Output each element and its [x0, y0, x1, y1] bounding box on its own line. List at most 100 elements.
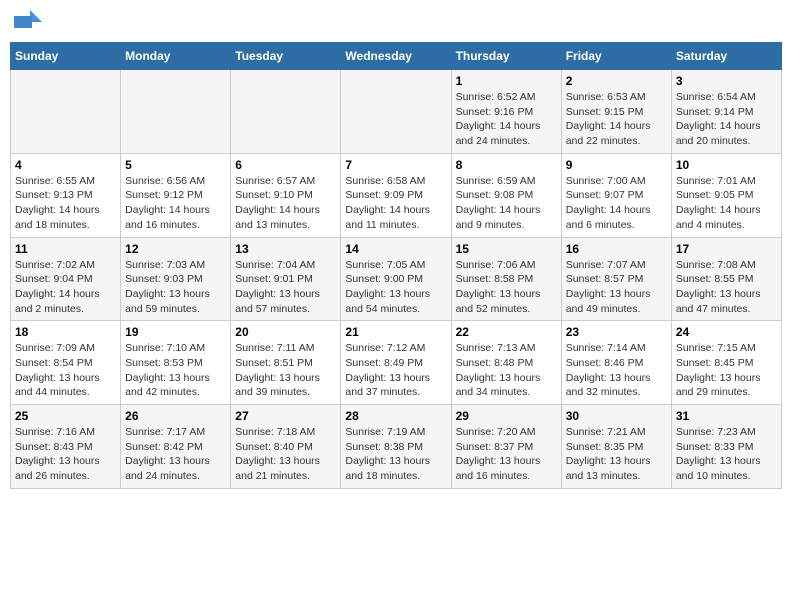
calendar-day-cell: 1 Sunrise: 6:52 AMSunset: 9:16 PMDaylight…: [451, 70, 561, 154]
day-number: 13: [235, 242, 336, 256]
calendar-week-row: 4 Sunrise: 6:55 AMSunset: 9:13 PMDaylight…: [11, 153, 782, 237]
day-info: Sunrise: 7:23 AMSunset: 8:33 PMDaylight:…: [676, 425, 777, 484]
day-number: 8: [456, 158, 557, 172]
day-info: Sunrise: 7:15 AMSunset: 8:45 PMDaylight:…: [676, 341, 777, 400]
calendar-day-cell: 20 Sunrise: 7:11 AMSunset: 8:51 PMDayligh…: [231, 321, 341, 405]
day-info: Sunrise: 7:19 AMSunset: 8:38 PMDaylight:…: [345, 425, 446, 484]
day-number: 20: [235, 325, 336, 339]
logo-icon: [14, 10, 42, 34]
day-info: Sunrise: 7:07 AMSunset: 8:57 PMDaylight:…: [566, 258, 667, 317]
day-of-week-header: Friday: [561, 43, 671, 70]
day-info: Sunrise: 7:01 AMSunset: 9:05 PMDaylight:…: [676, 174, 777, 233]
day-number: 10: [676, 158, 777, 172]
calendar-week-row: 1 Sunrise: 6:52 AMSunset: 9:16 PMDaylight…: [11, 70, 782, 154]
calendar-header: SundayMondayTuesdayWednesdayThursdayFrid…: [11, 43, 782, 70]
calendar-day-cell: 15 Sunrise: 7:06 AMSunset: 8:58 PMDayligh…: [451, 237, 561, 321]
day-info: Sunrise: 7:06 AMSunset: 8:58 PMDaylight:…: [456, 258, 557, 317]
day-number: 26: [125, 409, 226, 423]
day-number: 9: [566, 158, 667, 172]
calendar-day-cell: 29Sunrise: 7:20 AMSunset: 8:37 PMDayligh…: [451, 405, 561, 489]
day-number: 2: [566, 74, 667, 88]
calendar-week-row: 18 Sunrise: 7:09 AMSunset: 8:54 PMDayligh…: [11, 321, 782, 405]
day-of-week-header: Tuesday: [231, 43, 341, 70]
calendar-week-row: 11 Sunrise: 7:02 AMSunset: 9:04 PMDayligh…: [11, 237, 782, 321]
day-info: Sunrise: 7:00 AMSunset: 9:07 PMDaylight:…: [566, 174, 667, 233]
day-of-week-header: Monday: [121, 43, 231, 70]
day-number: 12: [125, 242, 226, 256]
day-number: 21: [345, 325, 446, 339]
day-info: Sunrise: 7:09 AMSunset: 8:54 PMDaylight:…: [15, 341, 116, 400]
calendar-day-cell: 19 Sunrise: 7:10 AMSunset: 8:53 PMDayligh…: [121, 321, 231, 405]
calendar-day-cell: 24 Sunrise: 7:15 AMSunset: 8:45 PMDayligh…: [671, 321, 781, 405]
day-number: 6: [235, 158, 336, 172]
day-info: Sunrise: 7:16 AMSunset: 8:43 PMDaylight:…: [15, 425, 116, 484]
calendar-day-cell: 7 Sunrise: 6:58 AMSunset: 9:09 PMDaylight…: [341, 153, 451, 237]
day-number: 30: [566, 409, 667, 423]
day-info: Sunrise: 6:58 AMSunset: 9:09 PMDaylight:…: [345, 174, 446, 233]
day-number: 11: [15, 242, 116, 256]
day-number: 7: [345, 158, 446, 172]
day-info: Sunrise: 7:04 AMSunset: 9:01 PMDaylight:…: [235, 258, 336, 317]
calendar-week-row: 25 Sunrise: 7:16 AMSunset: 8:43 PMDayligh…: [11, 405, 782, 489]
calendar-day-cell: 12 Sunrise: 7:03 AMSunset: 9:03 PMDayligh…: [121, 237, 231, 321]
calendar-day-cell: 8 Sunrise: 6:59 AMSunset: 9:08 PMDaylight…: [451, 153, 561, 237]
day-info: Sunrise: 6:53 AMSunset: 9:15 PMDaylight:…: [566, 90, 667, 149]
calendar-day-cell: [121, 70, 231, 154]
calendar-day-cell: 26Sunrise: 7:17 AMSunset: 8:42 PMDayligh…: [121, 405, 231, 489]
day-number: 28: [345, 409, 446, 423]
calendar-day-cell: [341, 70, 451, 154]
calendar-day-cell: 21 Sunrise: 7:12 AMSunset: 8:49 PMDayligh…: [341, 321, 451, 405]
calendar-day-cell: 10 Sunrise: 7:01 AMSunset: 9:05 PMDayligh…: [671, 153, 781, 237]
calendar-day-cell: 4 Sunrise: 6:55 AMSunset: 9:13 PMDaylight…: [11, 153, 121, 237]
day-info: Sunrise: 7:13 AMSunset: 8:48 PMDaylight:…: [456, 341, 557, 400]
calendar-day-cell: 31 Sunrise: 7:23 AMSunset: 8:33 PMDayligh…: [671, 405, 781, 489]
day-number: 31: [676, 409, 777, 423]
calendar-table: SundayMondayTuesdayWednesdayThursdayFrid…: [10, 42, 782, 489]
calendar-day-cell: 25 Sunrise: 7:16 AMSunset: 8:43 PMDayligh…: [11, 405, 121, 489]
calendar-day-cell: 23 Sunrise: 7:14 AMSunset: 8:46 PMDayligh…: [561, 321, 671, 405]
day-info: Sunrise: 7:14 AMSunset: 8:46 PMDaylight:…: [566, 341, 667, 400]
day-info: Sunrise: 7:05 AMSunset: 9:00 PMDaylight:…: [345, 258, 446, 317]
day-number: 19: [125, 325, 226, 339]
calendar-day-cell: 22 Sunrise: 7:13 AMSunset: 8:48 PMDayligh…: [451, 321, 561, 405]
day-number: 27: [235, 409, 336, 423]
calendar-day-cell: 13 Sunrise: 7:04 AMSunset: 9:01 PMDayligh…: [231, 237, 341, 321]
calendar-day-cell: 5Sunrise: 6:56 AMSunset: 9:12 PMDaylight…: [121, 153, 231, 237]
day-info: Sunrise: 6:52 AMSunset: 9:16 PMDaylight:…: [456, 90, 557, 149]
day-info: Sunrise: 7:02 AMSunset: 9:04 PMDaylight:…: [15, 258, 116, 317]
day-info: Sunrise: 7:08 AMSunset: 8:55 PMDaylight:…: [676, 258, 777, 317]
day-number: 17: [676, 242, 777, 256]
calendar-day-cell: 11 Sunrise: 7:02 AMSunset: 9:04 PMDayligh…: [11, 237, 121, 321]
page-header: [10, 10, 782, 34]
day-info: Sunrise: 7:12 AMSunset: 8:49 PMDaylight:…: [345, 341, 446, 400]
calendar-day-cell: 9 Sunrise: 7:00 AMSunset: 9:07 PMDaylight…: [561, 153, 671, 237]
day-info: Sunrise: 6:59 AMSunset: 9:08 PMDaylight:…: [456, 174, 557, 233]
day-of-week-header: Wednesday: [341, 43, 451, 70]
day-info: Sunrise: 7:20 AMSunset: 8:37 PMDaylight:…: [456, 425, 557, 484]
day-info: Sunrise: 7:21 AMSunset: 8:35 PMDaylight:…: [566, 425, 667, 484]
calendar-day-cell: 28 Sunrise: 7:19 AMSunset: 8:38 PMDayligh…: [341, 405, 451, 489]
calendar-body: 1 Sunrise: 6:52 AMSunset: 9:16 PMDaylight…: [11, 70, 782, 489]
day-number: 1: [456, 74, 557, 88]
calendar-day-cell: [231, 70, 341, 154]
day-info: Sunrise: 7:03 AMSunset: 9:03 PMDaylight:…: [125, 258, 226, 317]
day-info: Sunrise: 7:11 AMSunset: 8:51 PMDaylight:…: [235, 341, 336, 400]
calendar-day-cell: 6 Sunrise: 6:57 AMSunset: 9:10 PMDaylight…: [231, 153, 341, 237]
day-of-week-header: Saturday: [671, 43, 781, 70]
calendar-day-cell: 17 Sunrise: 7:08 AMSunset: 8:55 PMDayligh…: [671, 237, 781, 321]
day-info: Sunrise: 6:55 AMSunset: 9:13 PMDaylight:…: [15, 174, 116, 233]
day-number: 3: [676, 74, 777, 88]
day-number: 14: [345, 242, 446, 256]
day-number: 18: [15, 325, 116, 339]
day-number: 15: [456, 242, 557, 256]
day-info: Sunrise: 7:10 AMSunset: 8:53 PMDaylight:…: [125, 341, 226, 400]
day-info: Sunrise: 6:57 AMSunset: 9:10 PMDaylight:…: [235, 174, 336, 233]
day-number: 25: [15, 409, 116, 423]
day-info: Sunrise: 6:54 AMSunset: 9:14 PMDaylight:…: [676, 90, 777, 149]
day-number: 23: [566, 325, 667, 339]
calendar-day-cell: 3 Sunrise: 6:54 AMSunset: 9:14 PMDaylight…: [671, 70, 781, 154]
day-number: 24: [676, 325, 777, 339]
day-number: 22: [456, 325, 557, 339]
day-number: 4: [15, 158, 116, 172]
day-number: 5: [125, 158, 226, 172]
